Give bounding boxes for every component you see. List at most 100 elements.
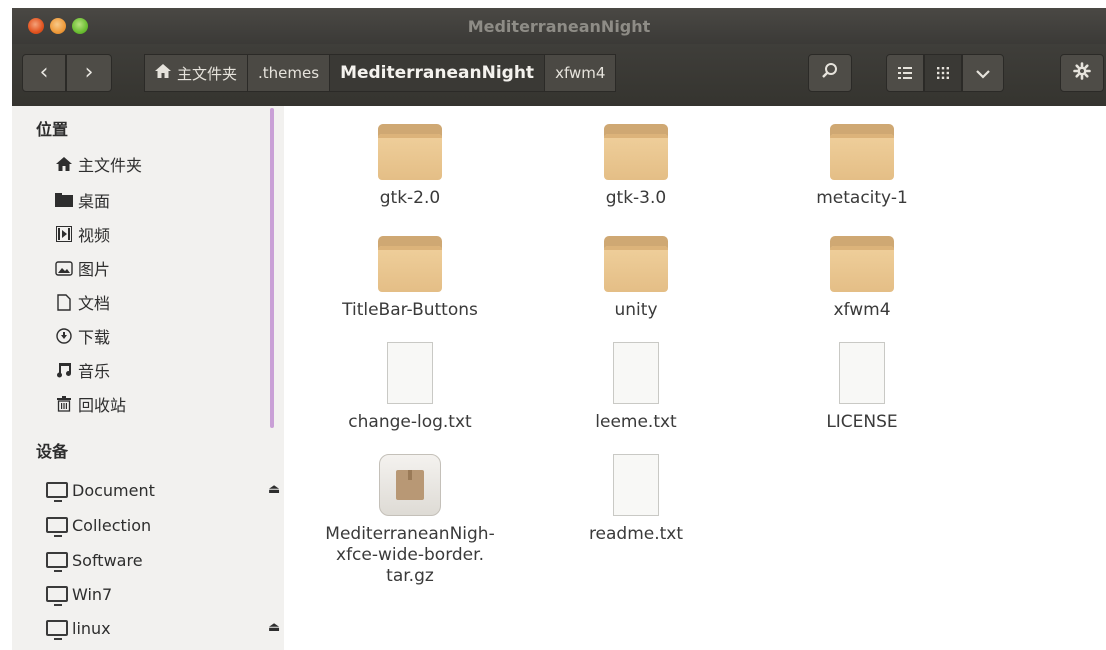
file-name: xfwm4 xyxy=(833,300,891,320)
breadcrumb: 主文件夹 .themes MediterraneanNight xfwm4 xyxy=(144,54,617,92)
text-file-icon xyxy=(839,342,885,404)
text-file-icon xyxy=(387,342,433,404)
file-item[interactable]: readme.txt xyxy=(536,454,736,545)
sidebar-item-pictures[interactable]: 图片 xyxy=(54,254,110,282)
places-header: 位置 xyxy=(36,120,69,139)
file-item[interactable]: MediterraneanNigh- xfce-wide-border. tar… xyxy=(310,454,510,587)
sidebar-item-trash[interactable]: 回收站 xyxy=(54,390,126,418)
file-item[interactable]: unity xyxy=(536,236,736,321)
drive-icon xyxy=(46,586,68,606)
archive-icon xyxy=(379,454,441,516)
sidebar-item-label: 视频 xyxy=(78,226,111,245)
sidebar-device-document[interactable]: Document xyxy=(46,476,155,504)
sidebar-item-label: 文档 xyxy=(78,294,111,313)
breadcrumb-label: MediterraneanNight xyxy=(340,63,535,83)
sidebar-item-label: 主文件夹 xyxy=(78,156,143,175)
view-options-dropdown[interactable] xyxy=(962,54,1004,92)
drive-icon xyxy=(46,517,68,537)
sidebar-scrollbar[interactable] xyxy=(270,108,274,428)
forward-button[interactable]: › xyxy=(66,54,112,92)
file-name: gtk-2.0 xyxy=(379,188,441,208)
grid-view-button[interactable] xyxy=(924,54,962,92)
breadcrumb-home[interactable]: 主文件夹 xyxy=(144,54,249,92)
file-item[interactable]: xfwm4 xyxy=(762,236,962,321)
sidebar-item-label: 桌面 xyxy=(78,192,111,211)
sidebar-item-documents[interactable]: 文档 xyxy=(54,288,110,316)
chevron-left-icon: ‹ xyxy=(39,60,49,85)
file-item[interactable]: gtk-2.0 xyxy=(310,124,510,209)
gear-icon xyxy=(1073,62,1091,84)
sidebar-device-software[interactable]: Software xyxy=(46,546,143,574)
sidebar-item-label: linux xyxy=(72,618,111,638)
file-name: MediterraneanNigh- xfce-wide-border. tar… xyxy=(325,524,495,586)
text-file-icon xyxy=(613,342,659,404)
file-item[interactable]: metacity-1 xyxy=(762,124,962,209)
devices-header: 设备 xyxy=(36,442,69,461)
back-button[interactable]: ‹ xyxy=(22,54,66,92)
music-icon xyxy=(54,362,74,378)
home-icon xyxy=(155,64,171,82)
folder-icon xyxy=(378,124,442,180)
folder-icon xyxy=(604,124,668,180)
file-name: LICENSE xyxy=(826,412,898,432)
sidebar-device-linux[interactable]: linux xyxy=(46,614,111,642)
home-icon xyxy=(54,157,74,171)
file-name: readme.txt xyxy=(588,524,684,544)
eject-icon[interactable]: ⏏ xyxy=(268,620,280,635)
search-icon xyxy=(821,62,839,84)
file-manager-window: MediterraneanNight ‹ › 主文件夹 .themes Medi… xyxy=(0,0,1106,650)
folder-icon xyxy=(604,236,668,292)
breadcrumb-current[interactable]: MediterraneanNight xyxy=(329,54,546,92)
drive-icon xyxy=(46,482,68,502)
sidebar-item-label: Win7 xyxy=(72,584,113,604)
sidebar-item-label: Document xyxy=(72,480,155,500)
grid-view-icon xyxy=(937,64,949,83)
file-name: metacity-1 xyxy=(816,188,908,208)
sidebar: 位置 主文件夹 桌面 视频 图片 文档 下载 音乐 回收站 设备 Documen… xyxy=(12,106,284,650)
sidebar-item-downloads[interactable]: 下载 xyxy=(54,322,110,350)
eject-icon[interactable]: ⏏ xyxy=(268,482,280,497)
desktop-folder-icon xyxy=(54,193,74,207)
breadcrumb-themes[interactable]: .themes xyxy=(247,54,331,92)
sidebar-item-label: 音乐 xyxy=(78,362,111,381)
breadcrumb-label: xfwm4 xyxy=(555,64,606,82)
toolbar: ‹ › 主文件夹 .themes MediterraneanNight xfwm… xyxy=(12,44,1106,106)
list-view-icon xyxy=(898,64,912,83)
file-item[interactable]: gtk-3.0 xyxy=(536,124,736,209)
search-button[interactable] xyxy=(808,54,852,92)
sidebar-item-home[interactable]: 主文件夹 xyxy=(54,150,142,178)
file-item[interactable]: leeme.txt xyxy=(536,342,736,433)
file-grid: gtk-2.0 gtk-3.0 metacity-1 TitleBar-Butt… xyxy=(286,106,1106,650)
list-view-button[interactable] xyxy=(886,54,924,92)
sidebar-item-desktop[interactable]: 桌面 xyxy=(54,186,110,214)
sidebar-device-collection[interactable]: Collection xyxy=(46,511,151,539)
title-bar: MediterraneanNight xyxy=(12,8,1106,44)
trash-icon xyxy=(54,396,74,412)
sidebar-item-label: Software xyxy=(72,550,143,570)
download-icon xyxy=(54,328,74,344)
file-item[interactable]: change-log.txt xyxy=(310,342,510,433)
file-name: TitleBar-Buttons xyxy=(342,300,478,320)
breadcrumb-label: 主文件夹 xyxy=(177,64,238,83)
sidebar-item-label: 图片 xyxy=(78,260,111,279)
picture-icon xyxy=(54,260,74,276)
file-item[interactable]: LICENSE xyxy=(762,342,962,433)
window-title: MediterraneanNight xyxy=(467,17,651,36)
file-name: gtk-3.0 xyxy=(605,188,667,208)
file-name: change-log.txt xyxy=(348,412,472,432)
breadcrumb-xfwm4[interactable]: xfwm4 xyxy=(544,54,617,92)
sidebar-item-label: 回收站 xyxy=(78,396,127,415)
sidebar-item-music[interactable]: 音乐 xyxy=(54,356,110,384)
chevron-down-icon xyxy=(976,64,990,83)
sidebar-item-label: 下载 xyxy=(78,328,111,347)
sidebar-item-videos[interactable]: 视频 xyxy=(54,220,110,248)
folder-icon xyxy=(830,236,894,292)
settings-button[interactable] xyxy=(1060,54,1104,92)
file-name: leeme.txt xyxy=(595,412,677,432)
document-icon xyxy=(54,293,74,311)
file-name: unity xyxy=(614,300,658,320)
folder-icon xyxy=(378,236,442,292)
file-item[interactable]: TitleBar-Buttons xyxy=(310,236,510,321)
drive-icon xyxy=(46,620,68,640)
sidebar-device-win7[interactable]: Win7 xyxy=(46,580,112,608)
